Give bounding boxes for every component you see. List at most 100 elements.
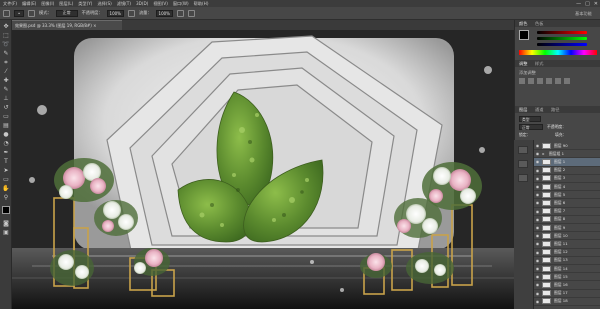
marquee-tool-icon[interactable]: ⬚ (2, 32, 10, 39)
layer-row[interactable]: ◉ 图层 4 (534, 183, 600, 192)
levels-icon[interactable] (528, 78, 534, 84)
pressure-opacity-icon[interactable] (127, 9, 135, 17)
side-panel-icon[interactable] (518, 160, 528, 168)
shape-tool-icon[interactable]: ▭ (2, 176, 10, 183)
document-tab[interactable]: 效果图.psd @ 33.3% (图层 19, RGB/8#) × (12, 20, 122, 30)
eye-icon[interactable]: ◉ (535, 184, 540, 189)
eyedropper-tool-icon[interactable]: ⁄ (2, 68, 10, 75)
lasso-tool-icon[interactable]: ➰ (2, 41, 10, 48)
close-button[interactable]: ✕ (594, 1, 598, 7)
vibrance-icon[interactable] (555, 78, 561, 84)
brush-tool-icon[interactable]: ✎ (2, 86, 10, 93)
blue-slider[interactable] (537, 43, 587, 46)
color-ramp[interactable] (519, 50, 597, 55)
layer-row[interactable]: ◉ ▸ 图层组 1 (534, 150, 600, 159)
brush-size-field[interactable]: • (14, 9, 24, 17)
layer-row[interactable]: ◉ 图层 6 (534, 199, 600, 208)
eye-icon[interactable]: ◉ (535, 192, 540, 197)
curves-icon[interactable] (537, 78, 543, 84)
red-slider[interactable] (537, 31, 587, 34)
layer-row[interactable]: ◉ 图层 7 (534, 208, 600, 216)
menu-edit[interactable]: 编辑(E) (22, 1, 36, 7)
panel-foreground-swatch[interactable] (519, 30, 529, 40)
layer-row[interactable]: ◉ 图层 5 (534, 191, 600, 200)
workspace-switcher[interactable]: 基本功能 (575, 11, 592, 17)
eye-icon[interactable]: ◉ (535, 266, 540, 271)
menu-view[interactable]: 视图(V) (153, 1, 168, 7)
blend-mode-select[interactable]: 正常 (519, 124, 543, 130)
layer-row[interactable]: ◉ 图层 18 (534, 298, 600, 306)
eye-icon[interactable]: ◉ (535, 299, 540, 304)
pen-tool-icon[interactable]: ✒ (2, 149, 10, 156)
crop-tool-icon[interactable]: ⌗ (2, 59, 10, 66)
flow-field[interactable]: 100% (155, 9, 173, 17)
type-tool-icon[interactable]: T (2, 158, 10, 165)
layer-row[interactable]: ◉ 图层 10 (534, 232, 600, 241)
eye-icon[interactable]: ◉ (535, 274, 540, 279)
brush-panel-icon[interactable] (28, 9, 35, 17)
eye-icon[interactable]: ◉ (535, 143, 540, 148)
eye-icon[interactable]: ◉ (535, 217, 540, 222)
eye-icon[interactable]: ◉ (535, 209, 540, 214)
brush-preset-icon[interactable] (3, 9, 10, 17)
tab-color[interactable]: 颜色 (519, 21, 527, 27)
menu-3d[interactable]: 3D(D) (136, 1, 148, 6)
tab-adjust[interactable]: 调整 (519, 61, 527, 67)
layer-row[interactable]: ◉ 图层 1 (534, 158, 600, 167)
maximize-button[interactable]: □ (585, 1, 590, 7)
hand-tool-icon[interactable]: ✋ (2, 185, 10, 192)
foreground-color-swatch[interactable] (2, 206, 10, 214)
eye-icon[interactable]: ◉ (535, 291, 540, 296)
quick-select-tool-icon[interactable]: ✎ (2, 50, 10, 57)
history-brush-tool-icon[interactable]: ↺ (2, 104, 10, 111)
menu-filter[interactable]: 滤镜(T) (117, 1, 131, 7)
brightness-icon[interactable] (519, 78, 525, 84)
green-slider[interactable] (537, 37, 587, 40)
tab-channels[interactable]: 通道 (535, 107, 543, 113)
layer-row[interactable]: ◉ 图层 14 (534, 265, 600, 274)
tab-layers[interactable]: 图层 (519, 107, 527, 113)
gradient-tool-icon[interactable]: ▤ (2, 122, 10, 129)
eye-icon[interactable]: ◉ (535, 200, 540, 205)
menu-window[interactable]: 窗口(W) (173, 1, 189, 7)
eye-icon[interactable]: ◉ (535, 250, 540, 255)
eye-icon[interactable]: ◉ (535, 176, 540, 181)
layer-row[interactable]: ◉ 图层 90 (534, 142, 600, 151)
layer-row[interactable]: ◉ 图层 3 (534, 175, 600, 183)
side-panel-icon[interactable] (518, 174, 528, 182)
eye-icon[interactable]: ◉ (535, 225, 540, 230)
screen-mode-icon[interactable]: ▣ (2, 229, 10, 236)
tab-styles[interactable]: 样式 (535, 61, 543, 67)
healing-tool-icon[interactable]: ✚ (2, 77, 10, 84)
eye-icon[interactable]: ◉ (535, 168, 540, 173)
eye-icon[interactable]: ◉ (535, 151, 540, 156)
eraser-tool-icon[interactable]: ▭ (2, 113, 10, 120)
canvas[interactable] (12, 30, 514, 309)
airbrush-icon[interactable] (176, 9, 184, 17)
quick-mask-icon[interactable]: ◙ (2, 220, 10, 227)
tab-swatches[interactable]: 色板 (535, 21, 543, 27)
minimize-button[interactable]: — (576, 1, 581, 7)
path-select-tool-icon[interactable]: ➤ (2, 167, 10, 174)
eye-icon[interactable]: ◉ (535, 241, 540, 246)
pressure-size-icon[interactable] (187, 9, 195, 17)
layer-row[interactable]: ◉ 图层 2 (534, 167, 600, 175)
menu-select[interactable]: 选择(S) (97, 1, 111, 7)
menu-help[interactable]: 帮助(H) (194, 1, 209, 7)
dodge-tool-icon[interactable]: ◔ (2, 140, 10, 147)
menu-image[interactable]: 图像(I) (41, 1, 54, 7)
eye-icon[interactable]: ◉ (535, 233, 540, 238)
layer-row[interactable]: ◉ 图层 8 (534, 216, 600, 224)
exposure-icon[interactable] (546, 78, 552, 84)
layer-row[interactable]: ◉ 图层 16 (534, 281, 600, 290)
mode-select[interactable]: 正常 (55, 9, 78, 17)
layer-row[interactable]: ◉ 图层 15 (534, 273, 600, 282)
menu-layer[interactable]: 图层(L) (59, 1, 73, 7)
layer-row[interactable]: ◉ 图层 13 (534, 257, 600, 265)
blur-tool-icon[interactable]: ● (2, 131, 10, 138)
menu-file[interactable]: 文件(F) (3, 1, 17, 7)
layer-row[interactable]: ◉ 图层 12 (534, 249, 600, 257)
layer-kind-filter[interactable]: 类型 (519, 116, 541, 122)
clone-stamp-tool-icon[interactable]: ⊥ (2, 95, 10, 102)
tab-paths[interactable]: 路径 (551, 107, 559, 113)
